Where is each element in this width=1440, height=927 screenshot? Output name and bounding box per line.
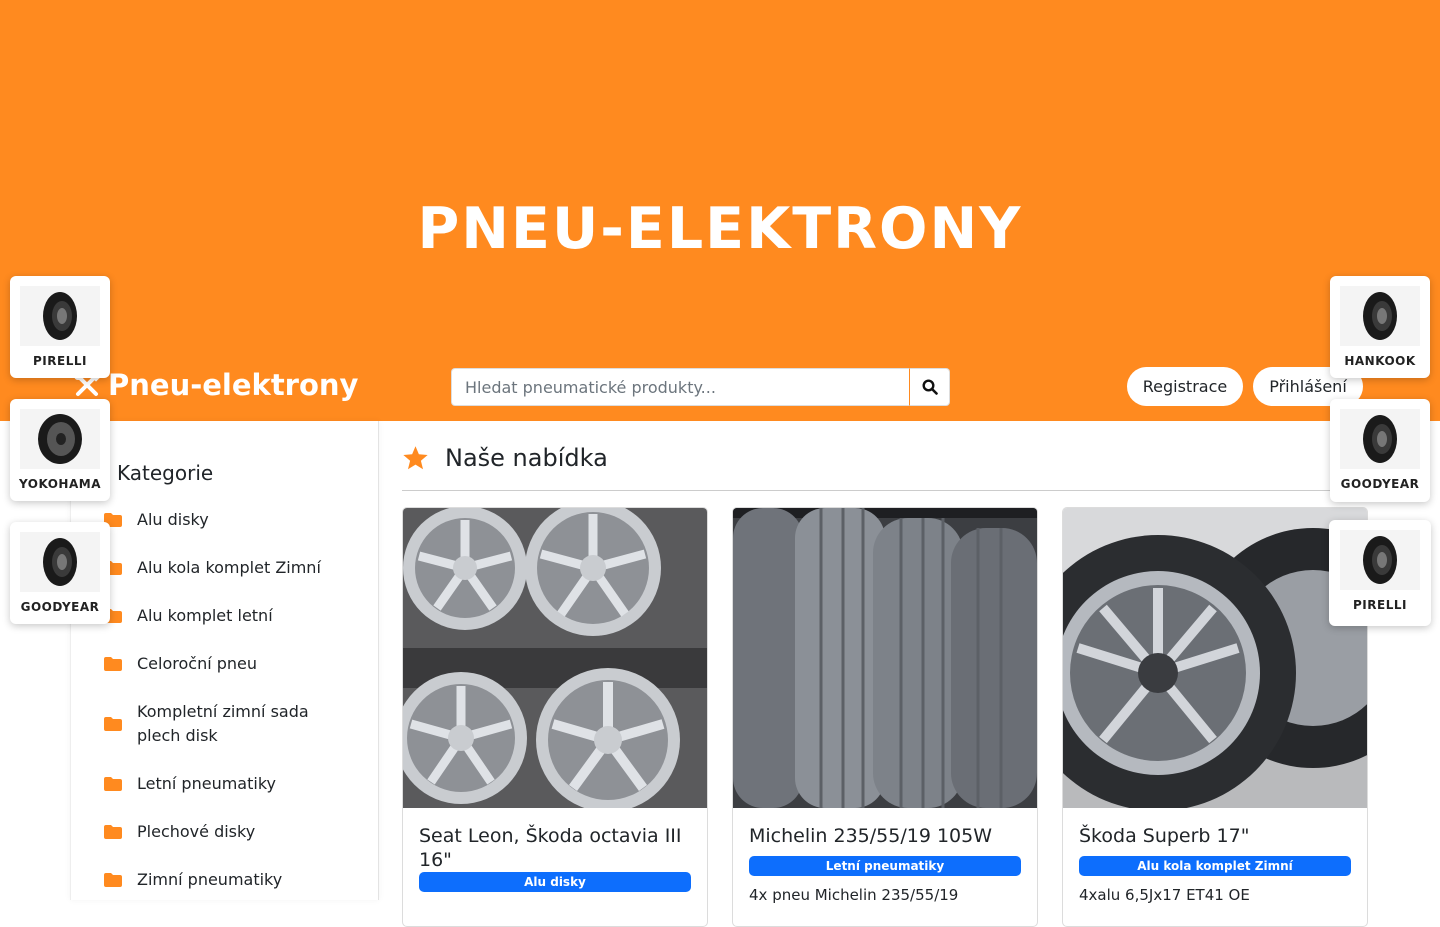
category-label: Plechové disky bbox=[137, 822, 256, 841]
navbar: Pneu-elektrony Registrace Přihlášení bbox=[0, 360, 1440, 421]
category-item[interactable]: Zimní pneumatiky bbox=[104, 868, 282, 892]
sidebar-title: Kategorie bbox=[117, 461, 214, 485]
folder-icon bbox=[104, 657, 122, 671]
category-item[interactable]: Alu komplet letní bbox=[104, 604, 273, 628]
tire-icon bbox=[43, 538, 77, 586]
search-button[interactable] bbox=[909, 368, 950, 406]
tire-icon bbox=[1363, 536, 1397, 584]
product-card[interactable]: Seat Leon, Škoda octavia III 16" Alu dis… bbox=[402, 507, 708, 927]
category-item[interactable]: Alu disky bbox=[104, 508, 209, 532]
product-card[interactable]: Škoda Superb 17" Alu kola komplet Zimní … bbox=[1062, 507, 1368, 927]
brand-name: Pneu-elektrony bbox=[108, 368, 359, 402]
product-title[interactable]: Seat Leon, Škoda octavia III 16" bbox=[419, 824, 691, 872]
brand-card-yokohama[interactable]: YOKOHAMA bbox=[10, 399, 110, 501]
product-image bbox=[1063, 508, 1367, 811]
folder-icon bbox=[104, 777, 122, 791]
star-icon bbox=[403, 446, 428, 470]
brand-name: HANKOOK bbox=[1344, 354, 1416, 368]
search-input[interactable] bbox=[451, 368, 909, 406]
category-label: Celoroční pneu bbox=[137, 654, 258, 673]
brand-name: YOKOHAMA bbox=[19, 477, 101, 491]
tire-image bbox=[20, 409, 100, 469]
tire-icon bbox=[1363, 292, 1397, 340]
category-badge: Letní pneumatiky bbox=[749, 856, 1021, 876]
tire-image bbox=[20, 532, 100, 592]
section-title: Naše nabídka bbox=[402, 444, 608, 472]
hero-banner: PNEU-ELEKTRONY bbox=[0, 0, 1440, 421]
hero-title: PNEU-ELEKTRONY bbox=[417, 196, 1023, 262]
register-button[interactable]: Registrace bbox=[1127, 367, 1243, 406]
tire-icon bbox=[43, 292, 77, 340]
product-image bbox=[733, 508, 1037, 808]
brand-name: PIRELLI bbox=[33, 354, 87, 368]
brand-card-pirelli-right[interactable]: PIRELLI bbox=[1329, 520, 1431, 626]
category-badge: Alu kola komplet Zimní bbox=[1079, 856, 1351, 876]
tire-image bbox=[1340, 409, 1420, 469]
tire-icon bbox=[1363, 415, 1397, 463]
product-title[interactable]: Škoda Superb 17" bbox=[1079, 824, 1351, 848]
category-item[interactable]: Celoroční pneu bbox=[104, 652, 257, 676]
search-icon bbox=[921, 379, 938, 395]
tire-image bbox=[1340, 530, 1420, 590]
product-description: 4x pneu Michelin 235/55/19 bbox=[749, 886, 959, 904]
category-item[interactable]: Letní pneumatiky bbox=[104, 772, 276, 796]
category-label: Letní pneumatiky bbox=[137, 774, 276, 793]
category-item[interactable]: Kompletní zimní sada plech disk bbox=[104, 700, 344, 748]
section-title-text: Naše nabídka bbox=[445, 444, 608, 472]
tire-image bbox=[1340, 286, 1420, 346]
brand-name: PIRELLI bbox=[1353, 598, 1407, 612]
category-label: Alu komplet letní bbox=[137, 606, 273, 625]
search-bar bbox=[451, 368, 950, 406]
folder-icon bbox=[104, 717, 122, 731]
category-label: Alu kola komplet Zimní bbox=[137, 558, 321, 577]
product-card[interactable]: Michelin 235/55/19 105W Letní pneumatiky… bbox=[732, 507, 1038, 927]
category-badge: Alu disky bbox=[419, 872, 691, 892]
section-divider bbox=[402, 490, 1368, 491]
brand-logo[interactable]: Pneu-elektrony bbox=[70, 368, 358, 402]
product-title[interactable]: Michelin 235/55/19 105W bbox=[749, 824, 1021, 848]
folder-icon bbox=[104, 825, 122, 839]
category-sidebar: Kategorie Alu disky Alu kola komplet Zim… bbox=[70, 421, 379, 900]
category-label: Kompletní zimní sada plech disk bbox=[137, 702, 309, 745]
brand-card-goodyear[interactable]: GOODYEAR bbox=[10, 522, 110, 624]
tire-icon bbox=[38, 414, 82, 464]
brand-name: GOODYEAR bbox=[20, 600, 100, 614]
category-item[interactable]: Alu kola komplet Zimní bbox=[104, 556, 321, 580]
tire-image bbox=[20, 286, 100, 346]
product-description: 4xalu 6,5Jx17 ET41 OE bbox=[1079, 886, 1250, 904]
folder-icon bbox=[104, 873, 122, 887]
brand-card-pirelli[interactable]: PIRELLI bbox=[10, 276, 110, 378]
category-item[interactable]: Plechové disky bbox=[104, 820, 255, 844]
brand-card-hankook[interactable]: HANKOOK bbox=[1330, 276, 1430, 378]
brand-card-goodyear-right[interactable]: GOODYEAR bbox=[1330, 399, 1430, 502]
category-label: Alu disky bbox=[137, 510, 209, 529]
category-label: Zimní pneumatiky bbox=[137, 870, 283, 889]
product-image bbox=[403, 508, 707, 812]
brand-name: GOODYEAR bbox=[1340, 477, 1420, 491]
